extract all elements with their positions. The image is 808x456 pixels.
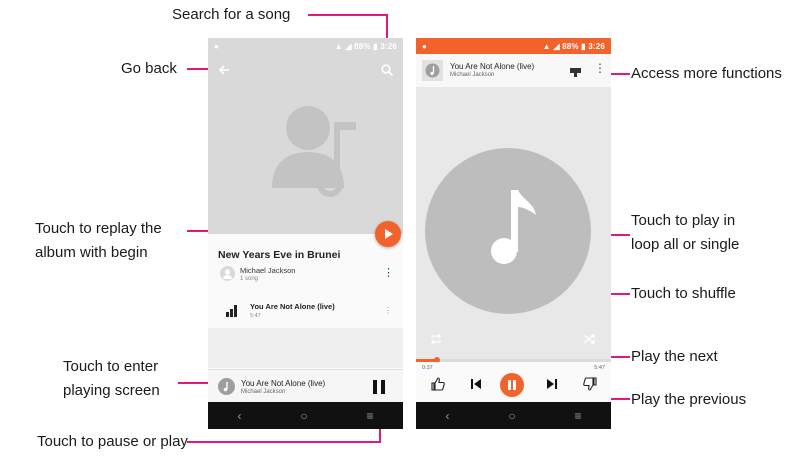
skip-previous-icon[interactable] [468, 376, 484, 392]
now-playing-header: You Are Not Alone (live) Michael Jackson… [416, 54, 611, 87]
album-art [416, 87, 611, 359]
callout-pause-play: Touch to pause or play [37, 433, 188, 450]
callout-more-functions: Access more functions [631, 65, 782, 82]
callout-shuffle: Touch to shuffle [631, 285, 736, 302]
album-thumb [422, 60, 443, 81]
album-more-vert-icon[interactable]: ⋮ [383, 266, 394, 279]
mini-player-title: You Are Not Alone (live) [241, 379, 326, 388]
player-screen: ● ▲ ◢ 88% ▮ 3:26 You Are Not Alone (live… [416, 38, 611, 429]
callout-enter-line2: playing screen [63, 382, 160, 399]
nav-back-icon[interactable]: ‹ [445, 409, 449, 423]
shuffle-icon[interactable] [583, 332, 595, 344]
elapsed-time: 0:37 [422, 365, 433, 371]
nav-recents-icon[interactable]: ≡ [367, 409, 374, 423]
callout-play-previous: Play the previous [631, 391, 747, 408]
callout-loop-line1: Touch to play in [631, 212, 736, 229]
leader-search-h [308, 14, 388, 16]
mini-player[interactable]: You Are Not Alone (live) Michael Jackson [208, 369, 403, 403]
nav-home-icon[interactable]: ○ [300, 409, 307, 423]
thumb-up-icon[interactable] [430, 376, 446, 392]
callout-search: Search for a song [172, 6, 291, 23]
leader-pause-h [187, 441, 381, 443]
skip-next-icon[interactable] [544, 376, 560, 392]
nav-home-icon[interactable]: ○ [508, 409, 515, 423]
replay-album-button[interactable] [375, 221, 401, 247]
album-art-placeholder [208, 38, 403, 234]
system-nav-bar: ‹ ○ ≡ [208, 402, 403, 429]
album-screen: ● ▲ ◢ 88% ▮ 3:26 New Years Eve in Brunei… [208, 38, 403, 429]
cast-icon[interactable] [570, 65, 581, 77]
empty-area [208, 328, 403, 368]
callout-loop-line2: loop all or single [631, 236, 740, 253]
disc-icon [218, 378, 235, 395]
mini-player-artist: Michael Jackson [241, 389, 286, 395]
pause-icon[interactable] [371, 379, 387, 395]
callout-go-back: Go back [121, 60, 177, 77]
status-bar: ● ▲ ◢ 88% ▮ 3:26 [208, 38, 403, 54]
status-info: ▲ ◢ 88% ▮ 3:26 [334, 41, 397, 51]
play-pause-button[interactable] [500, 373, 524, 397]
song-more-vert-icon[interactable]: ⋮ [384, 306, 392, 315]
back-arrow-icon[interactable] [217, 63, 231, 77]
callout-enter-line1: Touch to enter [63, 358, 159, 375]
album-song-count: 1 song [240, 276, 259, 282]
now-playing-artist: Michael Jackson [450, 72, 495, 78]
system-nav-bar: ‹ ○ ≡ [416, 402, 611, 429]
callout-play-next: Play the next [631, 348, 718, 365]
now-playing-title: You Are Not Alone (live) [450, 62, 535, 71]
nav-recents-icon[interactable]: ≡ [575, 409, 582, 423]
callout-replay-line2: album with begin [35, 244, 148, 261]
artist-avatar [220, 266, 235, 281]
thumb-down-icon[interactable] [582, 376, 598, 392]
album-artist: Michael Jackson [240, 266, 296, 275]
nav-back-icon[interactable]: ‹ [237, 409, 241, 423]
status-info: ▲ ◢ 88% ▮ 3:26 [542, 41, 605, 51]
playback-controls: 0:37 5:47 [416, 362, 611, 403]
song-title: You Are Not Alone (live) [250, 302, 335, 311]
search-icon[interactable] [380, 63, 394, 77]
total-time: 5:47 [594, 365, 605, 371]
status-bar: ● ▲ ◢ 88% ▮ 3:26 [416, 38, 611, 54]
notification-icon: ● [422, 41, 427, 51]
more-vert-icon[interactable]: ⋮ [594, 61, 606, 75]
notification-icon: ● [214, 41, 219, 51]
repeat-icon[interactable] [430, 332, 442, 345]
song-duration: 5:47 [250, 313, 261, 319]
callout-replay-line1: Touch to replay the [35, 220, 162, 237]
album-title: New Years Eve in Brunei [218, 249, 341, 261]
